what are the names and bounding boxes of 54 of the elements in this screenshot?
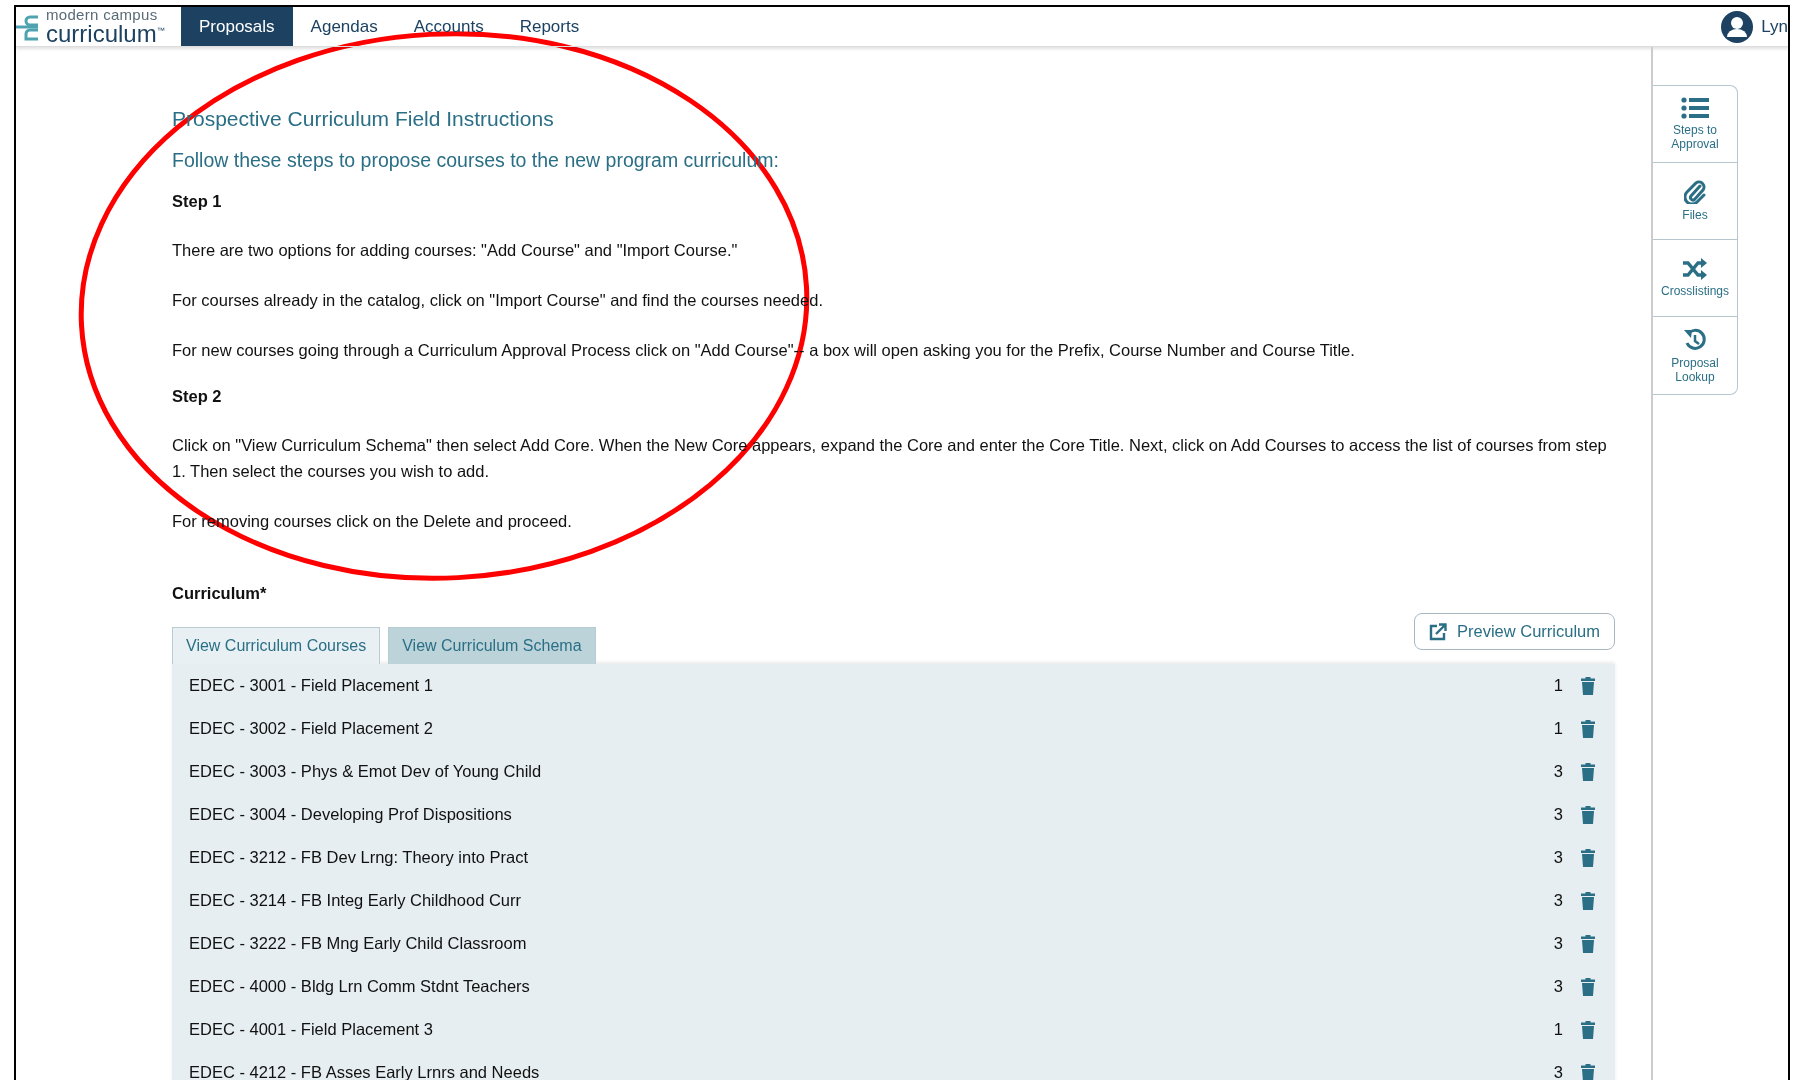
user-avatar-icon[interactable] — [1721, 10, 1754, 43]
logo-tagline: modern campus — [46, 7, 159, 22]
trash-icon[interactable] — [1581, 1063, 1595, 1080]
side-panel-button[interactable]: Crosslistings — [1653, 240, 1737, 317]
nav-tab[interactable]: Agendas — [292, 7, 396, 46]
course-credits: 3 — [1553, 934, 1563, 953]
course-name: EDEC - 3003 - Phys & Emot Dev of Young Child — [189, 762, 543, 781]
trash-icon[interactable] — [1581, 805, 1595, 824]
course-credits: 1 — [1553, 1020, 1563, 1039]
course-credits: 1 — [1553, 719, 1563, 738]
preview-curriculum-button[interactable]: Preview Curriculum — [1413, 613, 1615, 650]
course-name: EDEC - 3001 - Field Placement 1 — [189, 676, 434, 695]
external-link-icon — [1428, 622, 1447, 641]
trash-icon[interactable] — [1581, 1020, 1595, 1039]
course-credits: 3 — [1553, 977, 1563, 996]
trash-icon[interactable] — [1581, 719, 1595, 738]
trash-icon[interactable] — [1581, 891, 1595, 910]
course-credits: 3 — [1553, 762, 1563, 781]
trash-icon[interactable] — [1581, 934, 1595, 953]
curriculum-label: Curriculum* — [172, 584, 268, 603]
course-name: EDEC - 4001 - Field Placement 3 — [189, 1020, 434, 1039]
course-name: EDEC - 3214 - FB Integ Early Childhood Curr — [189, 891, 522, 910]
paperclip-icon — [1684, 180, 1706, 204]
side-panel-button[interactable]: Steps to Approval — [1653, 86, 1737, 163]
nav-tab[interactable]: Reports — [501, 7, 598, 46]
course-name: EDEC - 3004 - Developing Prof Dispositions — [189, 805, 513, 824]
course-name: EDEC - 3002 - Field Placement 2 — [189, 719, 434, 738]
user-name[interactable]: Lyn — [1761, 16, 1788, 37]
side-panel-button[interactable]: Proposal Lookup — [1653, 317, 1737, 394]
shuffle-icon — [1682, 258, 1708, 280]
logo-wordmark: curriculum$^{™}$ — [46, 22, 165, 46]
history-icon — [1683, 327, 1707, 352]
trash-icon[interactable] — [1581, 848, 1595, 867]
view-tab[interactable]: View Curriculum Schema — [388, 627, 596, 664]
course-credits: 1 — [1553, 676, 1563, 695]
step-heading: Step 2 — [172, 387, 223, 406]
course-name: EDEC - 4000 - Bldg Lrn Comm Stdnt Teachers — [189, 977, 531, 996]
instruction-paragraph: Click on "View Curriculum Schema" then select Add Core. When the New Core appears, expand the Core and enter the Core Title. Next, click on Add Courses to access the list of courses from step 1. Then select the courses you wish to add. — [172, 435, 1608, 482]
course-credits: 3 — [1553, 805, 1563, 824]
course-name: EDEC - 3212 - FB Dev Lrng: Theory into Pract — [189, 848, 529, 867]
instruction-paragraph: There are two options for adding courses: "Add Course" and "Import Course." — [172, 240, 739, 261]
view-tab[interactable]: View Curriculum Courses — [172, 627, 381, 664]
course-credits: 3 — [1553, 891, 1563, 910]
course-credits: 3 — [1553, 848, 1563, 867]
trash-icon[interactable] — [1581, 676, 1595, 695]
course-credits: 3 — [1553, 1063, 1563, 1080]
step-heading: Step 1 — [172, 192, 223, 211]
nav-tab[interactable]: Accounts — [395, 7, 502, 46]
nav-tab[interactable]: Proposals — [181, 7, 293, 46]
trash-icon[interactable] — [1581, 977, 1595, 996]
course-name: EDEC - 3222 - FB Mng Early Child Classroom — [189, 934, 528, 953]
trash-icon[interactable] — [1581, 762, 1595, 781]
list-icon — [1681, 97, 1709, 119]
side-panel-button[interactable]: Files — [1653, 163, 1737, 240]
